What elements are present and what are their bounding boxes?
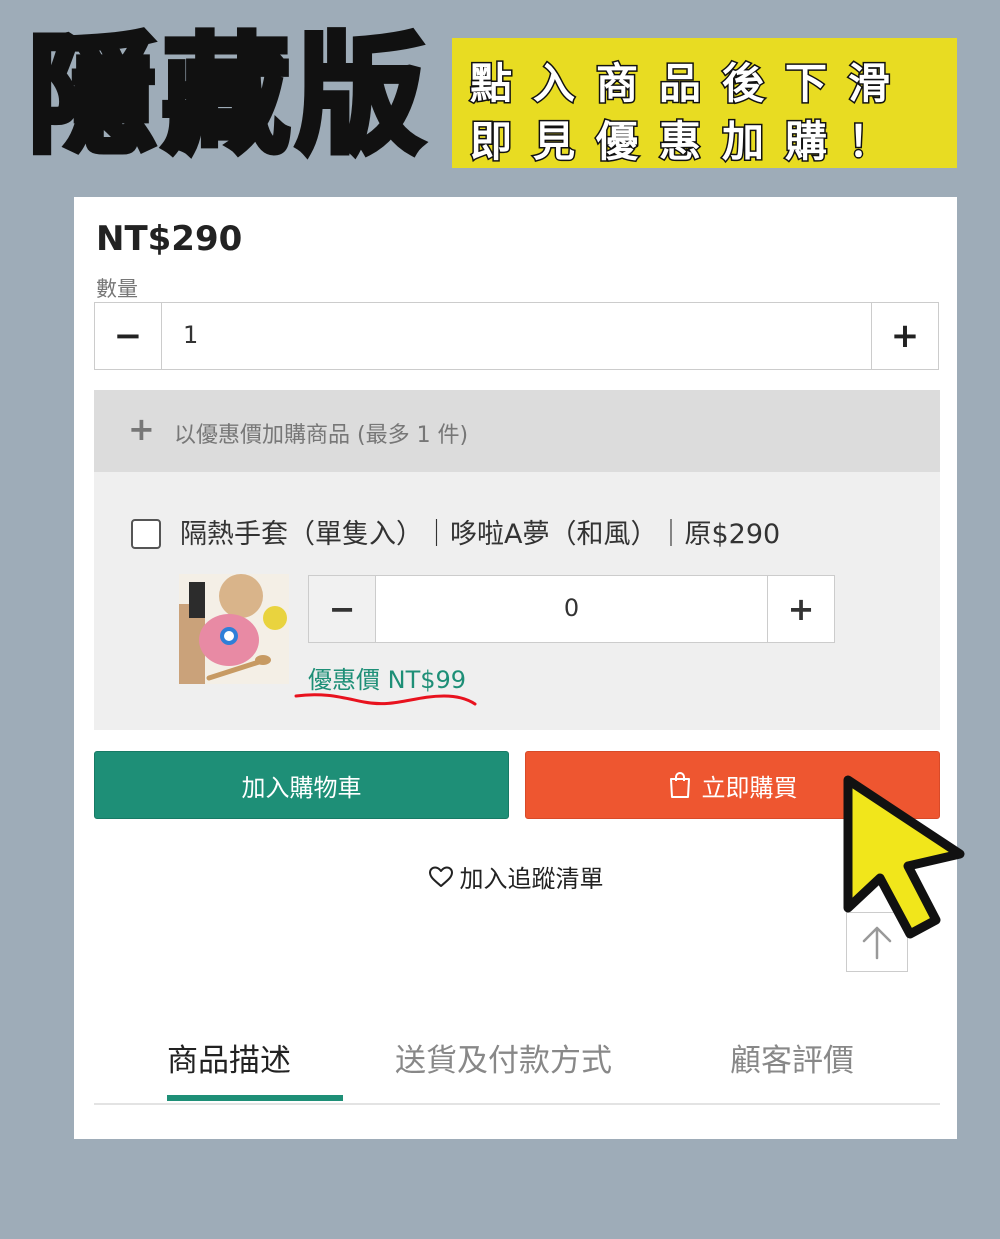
promo-banner-box: 點入商品後下滑 即見優惠加購！ — [452, 38, 957, 168]
quantity-input[interactable]: 1 — [183, 321, 198, 349]
tab-reviews[interactable]: 顧客評價 — [730, 1035, 854, 1080]
tab-shipping-payment[interactable]: 送貨及付款方式 — [395, 1035, 612, 1080]
add-to-wishlist-link[interactable]: 加入追蹤清單 — [74, 859, 957, 894]
addon-quantity-plus-button[interactable]: + — [767, 576, 834, 642]
quantity-minus-button[interactable]: − — [95, 303, 162, 369]
addon-section-header[interactable]: + 以優惠價加購商品 (最多 1 件) — [94, 390, 940, 472]
addon-item-checkbox[interactable] — [131, 519, 161, 549]
active-tab-indicator — [167, 1095, 343, 1101]
heart-icon — [428, 866, 453, 887]
addon-item-name: 隔熱手套（單隻入）｜哆啦A夢（和風）｜原$290 — [180, 519, 781, 550]
red-underline-annotation — [294, 693, 477, 706]
tab-description[interactable]: 商品描述 — [167, 1035, 291, 1080]
promo-banner-line-1: 點入商品後下滑 — [469, 58, 912, 110]
mouse-pointer-icon — [843, 775, 965, 939]
product-price: NT$290 — [96, 219, 243, 259]
promo-banner-title: 隱藏版 — [25, 19, 431, 174]
add-to-cart-button[interactable]: 加入購物車 — [94, 751, 509, 819]
addon-item: 隔熱手套（單隻入）｜哆啦A夢（和風）｜原$290 − 0 + 優惠價 NT$99 — [94, 472, 940, 730]
buy-now-label: 立即購買 — [701, 773, 798, 802]
promo-banner-line-2: 即見優惠加購！ — [469, 116, 912, 168]
wishlist-label: 加入追蹤清單 — [459, 865, 604, 893]
addon-quantity-input[interactable]: 0 — [375, 594, 768, 622]
addon-section-title: 以優惠價加購商品 (最多 1 件) — [174, 423, 469, 448]
shopping-bag-icon — [669, 772, 690, 798]
addon-quantity-stepper: − 0 + — [308, 575, 835, 643]
quantity-label: 數量 — [96, 277, 138, 301]
product-info-tabs: 商品描述 送貨及付款方式 顧客評價 — [94, 1027, 940, 1105]
addon-expand-icon: + — [128, 410, 155, 448]
quantity-stepper: − 1 + — [94, 302, 939, 370]
quantity-plus-button[interactable]: + — [871, 303, 938, 369]
product-purchase-panel: NT$290 數量 − 1 + + 以優惠價加購商品 (最多 1 件) 隔熱手套… — [74, 197, 957, 1139]
addon-quantity-minus-button[interactable]: − — [309, 576, 376, 642]
addon-item-thumbnail — [179, 574, 289, 684]
